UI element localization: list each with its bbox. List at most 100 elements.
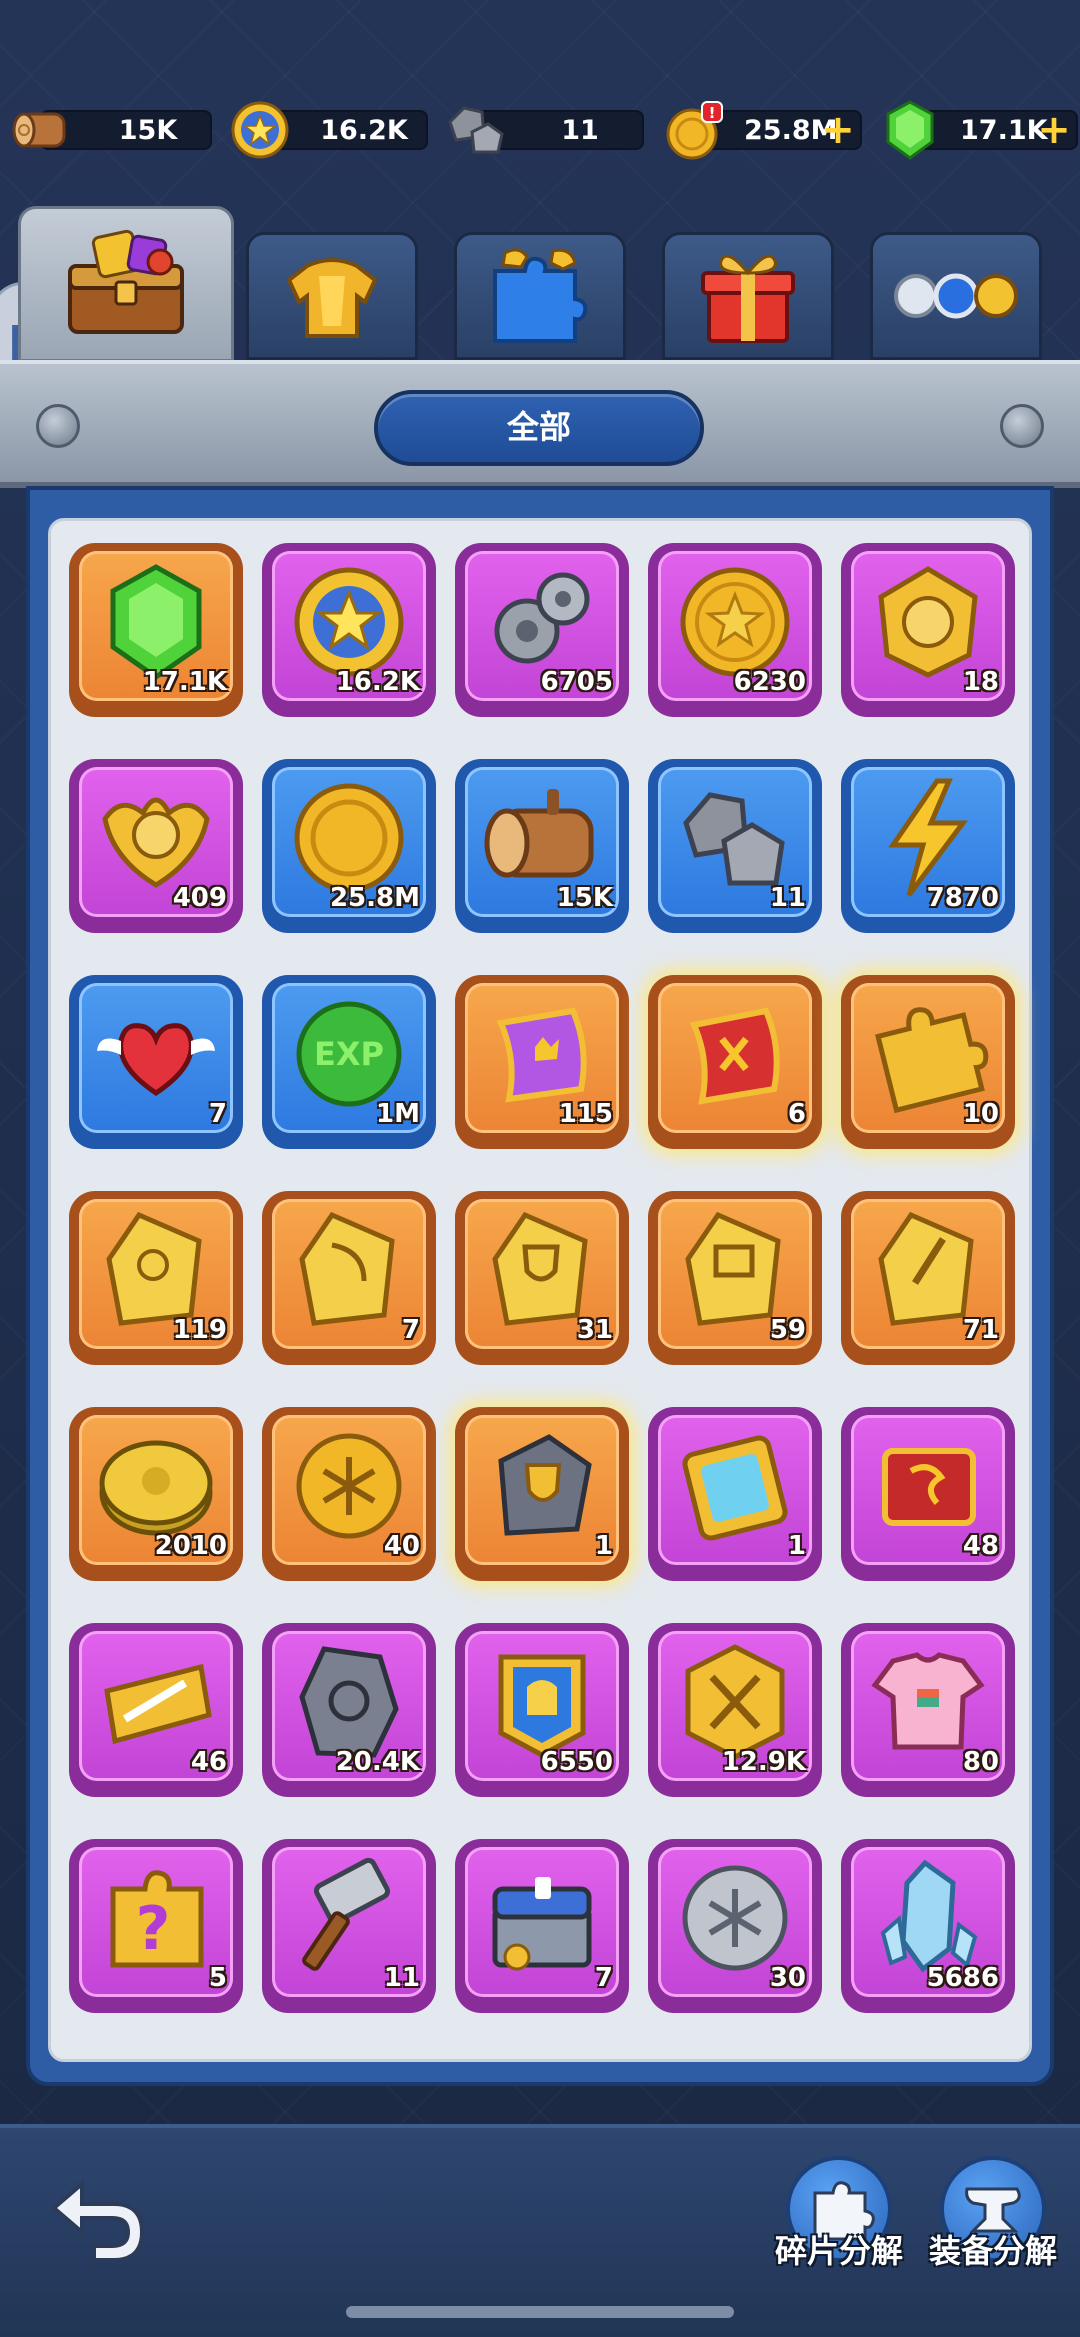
tab-others[interactable] — [870, 232, 1042, 360]
category-selector[interactable]: 全部 — [374, 390, 704, 466]
item-count: 20.4K — [335, 1747, 420, 1777]
wood-log-icon — [10, 96, 78, 164]
add-gem-button[interactable]: + — [1036, 110, 1072, 150]
item-count: 59 — [769, 1315, 806, 1345]
tab-equipment[interactable] — [246, 232, 418, 360]
tab-all-items[interactable] — [18, 206, 234, 362]
inventory-slot-red-scroll[interactable]: 6 — [648, 975, 822, 1149]
inventory-slot-shield-crystal[interactable]: 31 — [455, 1191, 629, 1365]
inventory-slot-sword-crystal[interactable]: 71 — [841, 1191, 1015, 1365]
mystery-puzzle-icon: ? — [110, 1870, 204, 1968]
inventory-slot-gears[interactable]: 6705 — [455, 543, 629, 717]
item-count: 31 — [576, 1315, 613, 1345]
inventory-slot-winged-emblem[interactable]: 409 — [69, 759, 243, 933]
item-count: 16.2K — [335, 667, 420, 697]
inventory-slot-green-gem[interactable]: 17.1K — [69, 543, 243, 717]
inventory-slot-sword-ticket[interactable]: 46 — [69, 1623, 243, 1797]
inventory-grid: 17.1K 16.2K 6705 6230 18 409 25.8M 15K 11 7870 7 EX… — [48, 518, 1032, 2062]
inventory-slot-lightning[interactable]: 7870 — [841, 759, 1015, 933]
inventory-slot-fist-token[interactable]: 18 — [841, 543, 1015, 717]
item-count: 25.8M — [329, 883, 420, 913]
item-count: 2010 — [154, 1531, 227, 1561]
resource-stone-value: 11 — [561, 115, 599, 146]
inventory-slot-rune-stone[interactable]: 20.4K — [262, 1623, 436, 1797]
svg-text:?: ? — [136, 1894, 171, 1964]
inventory-slot-purple-scroll[interactable]: 115 — [455, 975, 629, 1149]
item-count: 7 — [401, 1315, 420, 1345]
inventory-slot-treasure-chest[interactable]: 7 — [455, 1839, 629, 2013]
bolt-decoration — [36, 404, 80, 448]
tab-fragments[interactable] — [454, 232, 626, 360]
inventory-slot-gold-puzzle[interactable]: 10 — [841, 975, 1015, 1149]
inventory-slot-silver-coin[interactable]: 30 — [648, 1839, 822, 2013]
chest-icon — [68, 229, 184, 334]
add-gold-button[interactable]: + — [820, 110, 856, 150]
item-count: 1M — [376, 1099, 420, 1129]
armor-icon — [286, 258, 378, 338]
svg-text:!: ! — [709, 104, 716, 122]
inventory-slot-rose-crystal[interactable]: 119 — [69, 1191, 243, 1365]
inventory-slot-book-crystal[interactable]: 59 — [648, 1191, 822, 1365]
inventory-slot-stone-ore[interactable]: 11 — [648, 759, 822, 933]
item-count: 6 — [787, 1099, 806, 1129]
item-count: 7 — [208, 1099, 227, 1129]
item-count: 46 — [190, 1747, 227, 1777]
green-gem-icon — [876, 96, 944, 164]
bolt-decoration — [1000, 404, 1044, 448]
item-count: 15K — [556, 883, 613, 913]
inventory-slot-rune-card[interactable]: 1 — [648, 1407, 822, 1581]
item-count: 18 — [962, 667, 999, 697]
inventory-slot-hammer[interactable]: 11 — [262, 1839, 436, 2013]
inventory-slot-gold-disc[interactable]: 2010 — [69, 1407, 243, 1581]
equipment-decompose-label: 装备分解 — [928, 2232, 1057, 2270]
fragment-decompose-button[interactable]: 碎片分解 — [764, 2156, 914, 2326]
shield-stone-icon — [498, 1434, 592, 1536]
item-count: 7 — [594, 1963, 613, 1993]
item-count: 5 — [208, 1963, 227, 1993]
item-count: 7870 — [926, 883, 999, 913]
item-count: 6705 — [540, 667, 613, 697]
resource-gem-value: 17.1K — [960, 115, 1048, 146]
inventory-slot-winged-heart[interactable]: 7 — [69, 975, 243, 1149]
winged-heart-icon — [97, 1023, 215, 1097]
item-count: 6230 — [733, 667, 806, 697]
resource-bar: 15K 16.2K 11 25.8M + ! 17.1K + — [0, 96, 1080, 168]
item-count: 119 — [172, 1315, 227, 1345]
gold-coin-icon: ! — [660, 96, 728, 164]
back-button[interactable] — [42, 2168, 152, 2268]
category-header: 全部 — [0, 360, 1080, 488]
item-count: 40 — [383, 1531, 420, 1561]
inventory-slot-rainbow-shirt[interactable]: 80 — [841, 1623, 1015, 1797]
fragment-decompose-label: 碎片分解 — [774, 2232, 903, 2270]
resource-star-coin-value: 16.2K — [320, 115, 408, 146]
equipment-decompose-button[interactable]: 装备分解 — [918, 2156, 1068, 2326]
tab-gifts[interactable] — [662, 232, 834, 360]
home-indicator — [346, 2306, 734, 2318]
item-count: 115 — [558, 1099, 613, 1129]
item-count: 11 — [769, 883, 806, 913]
inventory-slot-shield-stone[interactable]: 1 — [455, 1407, 629, 1581]
item-count: 17.1K — [142, 667, 227, 697]
inventory-slot-mystery-puzzle[interactable]: ? 5 — [69, 1839, 243, 2013]
bottom-bar: 碎片分解 装备分解 — [0, 2124, 1080, 2337]
treasure-chest-icon — [492, 1877, 592, 1971]
inventory-slot-gold-coin[interactable]: 25.8M — [262, 759, 436, 933]
puzzle-icon — [493, 248, 588, 343]
resource-gold-value: 25.8M — [744, 115, 838, 146]
bow-crystal-icon — [299, 1211, 395, 1326]
inventory-slot-blue-crystal[interactable]: 5686 — [841, 1839, 1015, 2013]
inventory-slot-snow-coin[interactable]: 40 — [262, 1407, 436, 1581]
inventory-slot-star-badge[interactable]: 16.2K — [262, 543, 436, 717]
inventory-slot-star-coin[interactable]: 6230 — [648, 543, 822, 717]
inventory-slot-wood-log[interactable]: 15K — [455, 759, 629, 933]
item-count: 11 — [383, 1963, 420, 1993]
inventory-slot-red-map[interactable]: 48 — [841, 1407, 1015, 1581]
inventory-slot-bow-crystal[interactable]: 7 — [262, 1191, 436, 1365]
item-count: 30 — [769, 1963, 806, 1993]
item-count: 71 — [962, 1315, 999, 1345]
item-count: 80 — [962, 1747, 999, 1777]
inventory-slot-exp-orb[interactable]: EXP 1M — [262, 975, 436, 1149]
gift-icon — [701, 254, 795, 343]
inventory-slot-helmet-banner[interactable]: 6550 — [455, 1623, 629, 1797]
inventory-slot-swords-medal[interactable]: 12.9K — [648, 1623, 822, 1797]
